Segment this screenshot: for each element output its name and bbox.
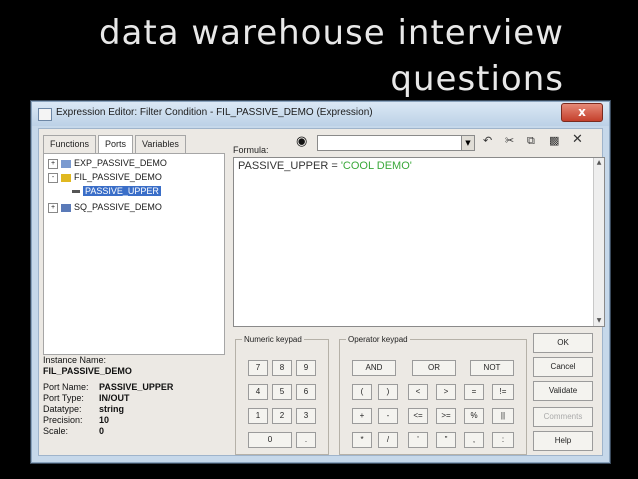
tab-bar: Functions Ports Variables	[43, 135, 188, 153]
operator-keypad-legend: Operator keypad	[348, 335, 408, 344]
info-row: Port Type: IN/OUT	[43, 393, 130, 403]
key-less[interactable]: <	[408, 384, 428, 400]
key-7[interactable]: 7	[248, 360, 268, 376]
validate-button[interactable]: Validate	[533, 381, 593, 401]
key-not-equal[interactable]: !=	[492, 384, 514, 400]
tab-variables[interactable]: Variables	[135, 135, 186, 153]
key-decimal[interactable]: .	[296, 432, 316, 448]
transformation-icon	[61, 159, 71, 168]
key-single-quote[interactable]: '	[408, 432, 428, 448]
port-info: Instance Name: FIL_PASSIVE_DEMO Port Nam…	[43, 355, 223, 455]
tree-item-port[interactable]: PASSIVE_UPPER	[72, 186, 161, 196]
collapse-icon[interactable]: -	[48, 172, 58, 183]
cut-icon[interactable]: ✂	[505, 134, 514, 147]
ok-button[interactable]: OK	[533, 333, 593, 353]
key-8[interactable]: 8	[272, 360, 292, 376]
scroll-down-icon[interactable]: ▼	[594, 316, 604, 326]
info-row: Datatype: string	[43, 404, 125, 414]
key-close-paren[interactable]: )	[378, 384, 398, 400]
vertical-scrollbar[interactable]: ▲ ▼	[593, 158, 604, 326]
help-button[interactable]: Help	[533, 431, 593, 451]
ports-tree: + EXP_PASSIVE_DEMO - FIL_PASSIVE_DEMO PASS…	[43, 153, 225, 355]
key-not[interactable]: NOT	[470, 360, 514, 376]
key-3[interactable]: 3	[296, 408, 316, 424]
instance-value: FIL_PASSIVE_DEMO	[43, 366, 132, 376]
key-9[interactable]: 9	[296, 360, 316, 376]
port-icon	[72, 190, 80, 194]
key-2[interactable]: 2	[272, 408, 292, 424]
filter-icon	[61, 173, 71, 182]
expand-icon[interactable]: +	[48, 202, 58, 213]
key-greater[interactable]: >	[436, 384, 456, 400]
close-button[interactable]: x	[561, 103, 603, 122]
paste-icon[interactable]: ▩	[549, 134, 559, 147]
tree-item-sq[interactable]: + SQ_PASSIVE_DEMO	[48, 202, 162, 213]
tab-functions[interactable]: Functions	[43, 135, 97, 153]
key-equals[interactable]: =	[464, 384, 484, 400]
source-qualifier-icon	[61, 203, 71, 212]
info-row: Precision: 10	[43, 415, 110, 425]
tree-item-fil[interactable]: - FIL_PASSIVE_DEMO	[48, 172, 162, 183]
key-less-equal[interactable]: <=	[408, 408, 428, 424]
chevron-down-icon[interactable]: ▼	[461, 136, 474, 150]
find-input[interactable]: ▼	[317, 135, 475, 151]
key-concat[interactable]: ||	[492, 408, 514, 424]
key-plus[interactable]: +	[352, 408, 372, 424]
key-0[interactable]: 0	[248, 432, 292, 448]
cancel-button[interactable]: Cancel	[533, 357, 593, 377]
expression-editor-window: Expression Editor: Filter Condition - FI…	[31, 101, 610, 463]
copy-icon[interactable]: ⧉	[527, 134, 535, 148]
left-panel: Functions Ports Variables + EXP_PASSIVE_D…	[43, 133, 225, 355]
title-bar[interactable]: Expression Editor: Filter Condition - FI…	[32, 102, 609, 126]
info-row: Scale: 0	[43, 426, 105, 436]
formula-editor[interactable]: PASSIVE_UPPER = 'COOL DEMO' ▲ ▼	[233, 157, 605, 327]
instance-label: Instance Name:	[43, 355, 107, 365]
numeric-keypad-legend: Numeric keypad	[244, 335, 302, 344]
operator-keypad: Operator keypad AND OR NOT ( ) < > = != …	[339, 335, 527, 455]
numeric-keypad: Numeric keypad 7 8 9 4 5 6 1 2 3 0 .	[235, 335, 329, 455]
tab-ports[interactable]: Ports	[98, 135, 134, 153]
key-minus[interactable]: -	[378, 408, 398, 424]
key-4[interactable]: 4	[248, 384, 268, 400]
formula-rhs: 'COOL DEMO'	[340, 160, 412, 172]
editor-body: Functions Ports Variables + EXP_PASSIVE_D…	[38, 128, 605, 456]
formula-lhs: PASSIVE_UPPER =	[238, 160, 341, 172]
key-colon[interactable]: :	[492, 432, 514, 448]
tree-item-exp[interactable]: + EXP_PASSIVE_DEMO	[48, 158, 167, 169]
key-6[interactable]: 6	[296, 384, 316, 400]
key-greater-equal[interactable]: >=	[436, 408, 456, 424]
comments-button[interactable]: Comments	[533, 407, 593, 427]
app-icon	[38, 108, 52, 121]
key-divide[interactable]: /	[378, 432, 398, 448]
key-open-paren[interactable]: (	[352, 384, 372, 400]
key-modulo[interactable]: %	[464, 408, 484, 424]
scroll-up-icon[interactable]: ▲	[594, 158, 604, 168]
slide-title: data warehouse interview questions	[98, 13, 564, 99]
key-multiply[interactable]: *	[352, 432, 372, 448]
window-title: Expression Editor: Filter Condition - FI…	[56, 107, 373, 118]
key-5[interactable]: 5	[272, 384, 292, 400]
key-or[interactable]: OR	[412, 360, 456, 376]
key-1[interactable]: 1	[248, 408, 268, 424]
info-row: Port Name: PASSIVE_UPPER	[43, 382, 174, 392]
key-comma[interactable]: ,	[464, 432, 484, 448]
delete-icon[interactable]: ✕	[572, 132, 583, 147]
expand-icon[interactable]: +	[48, 158, 58, 169]
formula-label: Formula:	[233, 145, 269, 155]
key-double-quote[interactable]: "	[436, 432, 456, 448]
key-and[interactable]: AND	[352, 360, 396, 376]
find-icon[interactable]: ◉	[296, 134, 307, 149]
undo-icon[interactable]: ↶	[483, 134, 492, 147]
